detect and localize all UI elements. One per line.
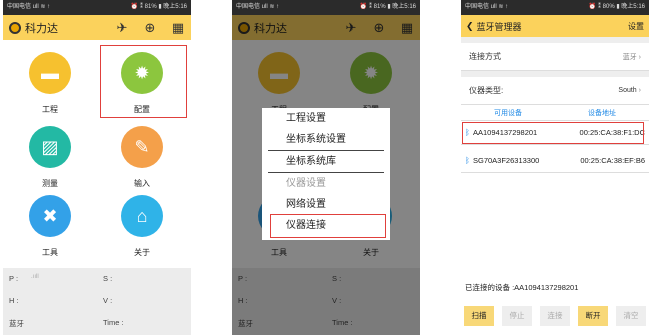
edit-icon: ✎ [121,126,163,168]
device-highlight-box [462,122,644,144]
chevron-right-icon: › [638,53,641,61]
scan-button[interactable]: 扫描 [464,306,494,326]
h-label: H : [9,296,19,305]
action-button-bar: 扫描 停止 连接 断开 清空 [464,306,646,326]
bluetooth-icon: ᛒ [465,156,470,165]
tile-input[interactable]: ✎ 输入 [107,126,177,196]
v-label: V : [103,296,113,305]
connection-mode-value: 蓝牙 › [622,53,641,61]
tile-survey[interactable]: ▨ 测量 [15,126,85,196]
status-right: ⏰ ⁑ 80% ▮ 晚上5:16 [588,4,645,10]
p-label: P : [9,274,19,283]
menu-item-coord-settings[interactable]: 坐标系统设置 [262,129,390,150]
status-right: ⏰ ⁑ 81% ▮ 晚上5:16 [130,4,187,10]
menu-item-coord-library[interactable]: 坐标系统库 [262,151,390,172]
chevron-right-icon: › [638,87,641,94]
status-bar: 中国电信 ull ≋ ↑ ⏰ ⁑ 81% ▮ 晚上5:16 [232,0,420,15]
settings-button[interactable]: 设置 [628,21,644,32]
col-available-devices: 可用设备 [494,109,522,117]
connect-highlight-box [270,214,386,238]
status-info-panel: P : .ııll S : H : V : 蓝牙 Time : [3,268,191,335]
tile-label: 测量 [42,179,58,188]
device-row[interactable]: ᛒ SG70A3F26313300 00:25:CA:38:EF:B6 [461,149,649,173]
app-logo-icon [9,21,21,34]
status-bar: 中国电信 ull ≋ ↑ ⏰ ⁑ 81% ▮ 晚上5:16 [3,0,191,15]
device-address: 00:25:CA:38:EF:B6 [580,156,645,165]
page-title: 蓝牙管理器 [476,21,522,32]
status-bar: 中国电信 ull ≋ ↑ ⏰ ⁑ 80% ▮ 晚上5:16 [461,0,649,15]
instrument-type-label: 仪器类型: [469,86,504,95]
instrument-type-value: South › [618,87,641,94]
tile-label: 工程 [42,105,58,114]
device-row[interactable]: ᛒ AA1094137298201 00:25:CA:38:F1:DC [461,121,649,145]
config-highlight-box [100,45,187,118]
connect-button[interactable]: 连接 [540,306,570,326]
device-table-header: 可用设备 设备地址 [461,105,649,121]
device-name: SG70A3F26313300 [473,156,540,165]
menu-item-network-settings[interactable]: 网络设置 [262,194,390,215]
status-carrier: 中国电信 ull ≋ ↑ [236,4,280,10]
tile-label: 工具 [42,248,58,257]
ruler-icon: ▨ [29,126,71,168]
back-arrow-icon[interactable]: ❮ [466,21,474,32]
col-device-address: 设备地址 [588,109,616,117]
store-icon: ⌂ [121,195,163,237]
tile-about[interactable]: ⌂ 关于 [107,195,177,265]
main-menu-grid: ▬ 工程 ✹ 配置 ▨ 测量 ✎ 输入 ✖ 工具 ⌂ 关于 [3,40,191,268]
tile-tools[interactable]: ✖ 工具 [15,195,85,265]
folder-icon: ▬ [29,52,71,94]
connection-mode-label: 连接方式 [469,52,501,61]
bluetooth-title-bar: ❮ 蓝牙管理器 设置 [461,15,649,37]
tile-project[interactable]: ▬ 工程 [15,52,85,122]
phone-home-screen: 中国电信 ull ≋ ↑ ⏰ ⁑ 81% ▮ 晚上5:16 科力达 ✈ ⊕ ▦ … [3,0,191,335]
tools-icon: ✖ [29,195,71,237]
s-label: S : [103,274,113,283]
phone-bluetooth-manager: 中国电信 ull ≋ ↑ ⏰ ⁑ 80% ▮ 晚上5:16 ❮ 蓝牙管理器 设置… [461,0,649,335]
connected-device-text: 已连接的设备 :AA1094137298201 [465,283,579,292]
phone-config-menu: 中国电信 ull ≋ ↑ ⏰ ⁑ 81% ▮ 晚上5:16 科力达 ✈ ⊕ ▦ … [232,0,420,335]
status-carrier: 中国电信 ull ≋ ↑ [7,4,51,10]
status-carrier: 中国电信 ull ≋ ↑ [465,4,509,10]
signal-icon: .ııll [31,274,39,280]
link-label: 蓝牙 [9,319,24,328]
time-label: Time : [103,318,124,327]
gps-antenna-icon[interactable]: ⊕ [143,20,157,36]
app-bar: 科力达 ✈ ⊕ ▦ [3,15,191,40]
tile-label: 输入 [134,179,150,188]
tile-label: 关于 [134,248,150,257]
disconnect-button[interactable]: 断开 [578,306,608,326]
config-popup-menu: 工程设置 坐标系统设置 坐标系统库 仪器设置 网络设置 仪器连接 [262,108,390,240]
menu-item-instrument-settings: 仪器设置 [286,178,326,189]
connection-mode-row[interactable]: 连接方式 蓝牙 › [461,43,649,71]
stop-button[interactable]: 停止 [502,306,532,326]
instrument-type-row[interactable]: 仪器类型: South › [461,77,649,105]
status-right: ⏰ ⁑ 81% ▮ 晚上5:16 [359,4,416,10]
calculator-icon[interactable]: ▦ [171,20,185,36]
satellite-icon[interactable]: ✈ [115,20,129,36]
app-title: 科力达 [25,22,58,35]
menu-item-project-settings[interactable]: 工程设置 [262,108,390,129]
clear-button[interactable]: 清空 [616,306,646,326]
